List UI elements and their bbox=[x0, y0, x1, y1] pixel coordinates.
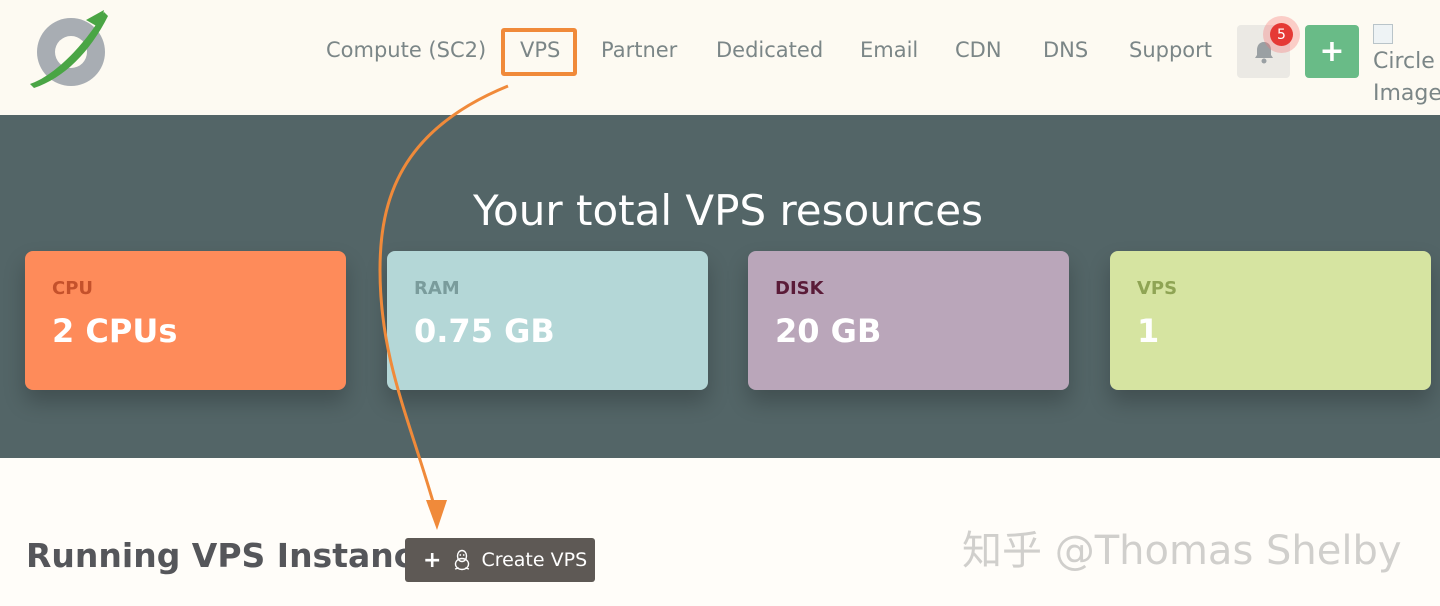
top-navbar: Compute (SC2) VPS Partner Dedicated Emai… bbox=[0, 0, 1440, 115]
avatar-alt-text: Circle Image bbox=[1373, 49, 1440, 106]
create-vps-label: Create VPS bbox=[481, 549, 588, 571]
linux-icon bbox=[455, 549, 470, 571]
card-value: 1 bbox=[1137, 312, 1160, 350]
plus-icon: + bbox=[423, 547, 442, 573]
resource-card-vps: VPS 1 bbox=[1110, 251, 1431, 390]
notification-badge: 5 bbox=[1263, 16, 1300, 53]
nav-compute-sc2[interactable]: Compute (SC2) bbox=[326, 38, 486, 62]
brand-logo[interactable] bbox=[24, 6, 114, 94]
resource-card-disk: DISK 20 GB bbox=[748, 251, 1069, 390]
card-label: VPS bbox=[1137, 278, 1178, 299]
nav-partner[interactable]: Partner bbox=[601, 38, 677, 62]
add-button[interactable]: + bbox=[1305, 25, 1359, 78]
card-value: 0.75 GB bbox=[414, 312, 555, 350]
avatar[interactable]: Circle Image bbox=[1373, 24, 1440, 114]
nav-support[interactable]: Support bbox=[1129, 38, 1212, 62]
card-label: RAM bbox=[414, 278, 460, 299]
hero-title: Your total VPS resources bbox=[472, 186, 983, 235]
watermark-text: 知乎 @Thomas Shelby bbox=[962, 528, 1402, 574]
section-title: Running VPS Instances bbox=[26, 536, 456, 575]
notification-count: 5 bbox=[1270, 23, 1293, 46]
card-value: 2 CPUs bbox=[52, 312, 178, 350]
nav-dns[interactable]: DNS bbox=[1043, 38, 1088, 62]
card-label: CPU bbox=[52, 278, 94, 299]
nav-cdn[interactable]: CDN bbox=[955, 38, 1002, 62]
resource-card-cpu: CPU 2 CPUs bbox=[25, 251, 346, 390]
nav-email[interactable]: Email bbox=[860, 38, 918, 62]
nav-dedicated[interactable]: Dedicated bbox=[716, 38, 823, 62]
card-value: 20 GB bbox=[775, 312, 882, 350]
create-vps-button[interactable]: + Create VPS bbox=[405, 538, 595, 582]
card-label: DISK bbox=[775, 278, 824, 299]
resource-card-ram: RAM 0.75 GB bbox=[387, 251, 708, 390]
broken-image-icon bbox=[1373, 24, 1393, 44]
vps-annotation-box bbox=[501, 28, 577, 76]
